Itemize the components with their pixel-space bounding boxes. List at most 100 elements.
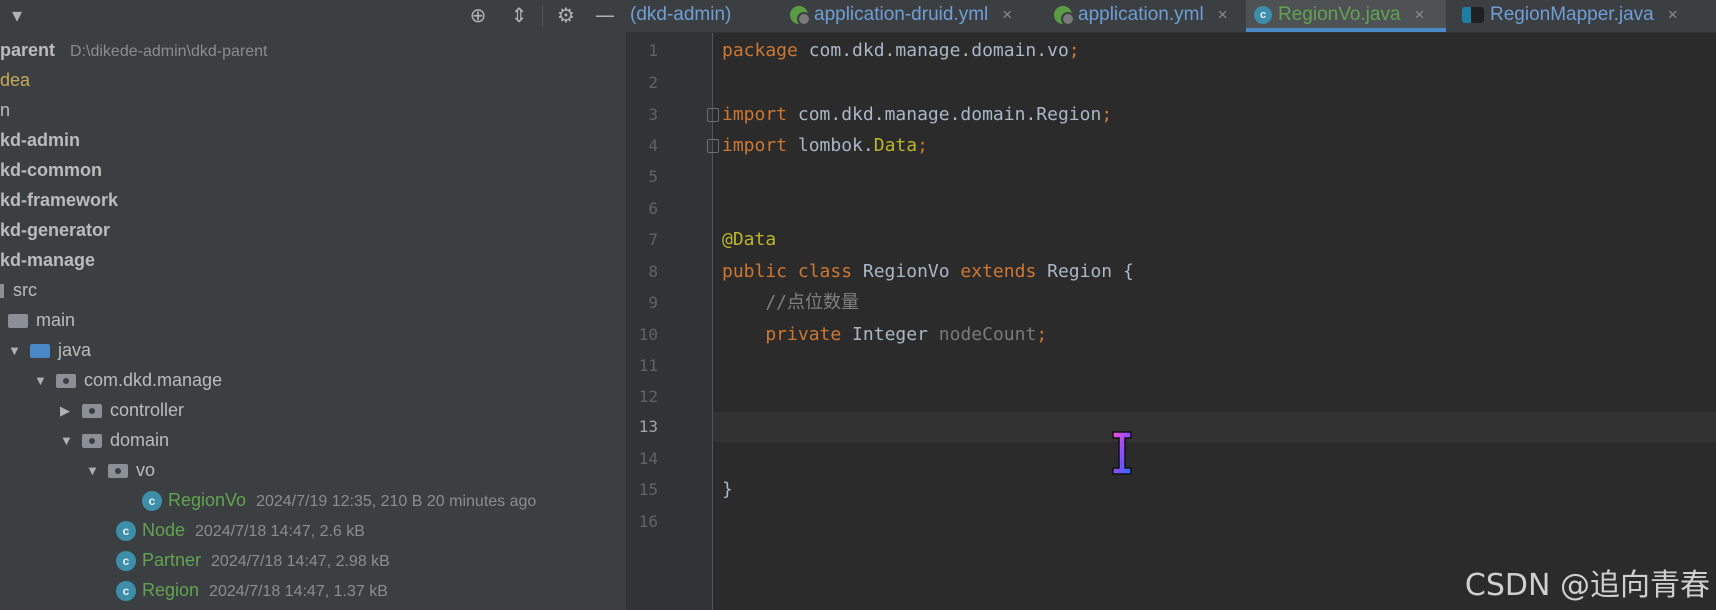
tree-item-label: kd-framework xyxy=(0,190,119,210)
line-number: 7 xyxy=(648,230,658,249)
annotation-ref: Data xyxy=(873,135,918,156)
tree-item-dkd-manage[interactable]: kd-manage xyxy=(0,245,95,275)
package-icon xyxy=(108,464,128,479)
tree-item-n[interactable]: n xyxy=(0,95,10,125)
file-meta: 2024/7/18 14:47, 2.6 kB xyxy=(195,523,365,540)
tree-item-label: java xyxy=(58,340,92,360)
tab-label: (dkd-admin) xyxy=(630,4,732,25)
close-icon[interactable]: × xyxy=(1415,5,1425,24)
collapse-icon[interactable]: ⇕ xyxy=(506,2,532,28)
file-meta: 2024/7/18 14:47, 2.98 kB xyxy=(211,553,390,570)
line-number: 8 xyxy=(648,262,658,281)
close-icon[interactable]: × xyxy=(1002,5,1012,24)
tree-item-regionvo[interactable]: c RegionVo 2024/7/19 12:35, 210 B 20 minut… xyxy=(142,485,536,515)
package-icon xyxy=(82,404,102,419)
package-icon xyxy=(82,434,102,449)
tree-item-label: main xyxy=(36,310,76,330)
tab-label: RegionMapper.java xyxy=(1490,4,1654,25)
file-meta: 2024/7/18 14:47, 1.37 kB xyxy=(209,583,388,600)
line-number: 4 xyxy=(648,136,658,155)
tree-item-label: Node xyxy=(142,520,186,540)
tree-item-vo[interactable]: ▼ vo xyxy=(86,455,155,485)
tree-item-label: kd-manage xyxy=(0,250,96,270)
semicolon: ; xyxy=(1036,324,1048,345)
tree-item-dkd-admin[interactable]: kd-admin xyxy=(0,125,80,155)
dropdown-icon[interactable]: ▾ xyxy=(4,2,30,28)
fold-marker-icon[interactable] xyxy=(707,108,719,122)
tree-item-dkd-generator[interactable]: kd-generator xyxy=(0,215,110,245)
tree-item-dkd-common[interactable]: kd-common xyxy=(0,155,102,185)
annotation: @Data xyxy=(722,229,777,250)
keyword: import xyxy=(722,135,788,156)
field-name: nodeCount xyxy=(938,324,1037,345)
tree-item-com-dkd-manage[interactable]: ▼ com.dkd.manage xyxy=(34,365,222,395)
line-number: 3 xyxy=(648,105,658,124)
expand-arrow-icon[interactable]: ▼ xyxy=(60,426,82,456)
yml-file-icon xyxy=(790,5,811,26)
close-icon[interactable]: × xyxy=(1668,5,1678,24)
code-line-4: import lombok.Data; xyxy=(722,131,928,161)
line-number-current: 13 xyxy=(638,417,658,436)
gear-icon[interactable]: ⚙ xyxy=(553,2,579,28)
line-number: 11 xyxy=(638,356,658,375)
tree-item-dkd-framework[interactable]: kd-framework xyxy=(0,185,118,215)
class-name: RegionVo xyxy=(852,261,961,282)
semicolon: ; xyxy=(1068,40,1080,61)
line-number: 5 xyxy=(648,167,658,186)
tab-application-yml[interactable]: application.yml × xyxy=(1046,0,1228,32)
watermark: CSDN @追向青春 xyxy=(1464,568,1710,603)
tab-label: application-druid.yml xyxy=(814,4,989,25)
import-path: lombok. xyxy=(787,135,874,156)
folder-icon xyxy=(0,284,4,299)
code-line-9: //点位数量 xyxy=(722,292,860,313)
tree-item-region[interactable]: c Region 2024/7/18 14:47, 1.37 kB xyxy=(116,575,388,605)
tab-regionvo-java[interactable]: c RegionVo.java × xyxy=(1246,0,1446,32)
folder-icon xyxy=(8,314,28,329)
class-icon: c xyxy=(116,581,136,602)
tree-item-label: controller xyxy=(110,400,185,420)
keyword: public class xyxy=(722,261,853,282)
tab-regionmapper-java[interactable]: RegionMapper.java × xyxy=(1454,0,1678,32)
class-icon: c xyxy=(116,521,136,542)
tree-item-idea[interactable]: dea xyxy=(0,65,30,95)
code-line-1: package com.dkd.manage.domain.vo; xyxy=(722,36,1080,66)
expand-arrow-icon[interactable]: ▼ xyxy=(8,336,30,366)
code-line-10: private Integer nodeCount; xyxy=(722,320,1047,350)
tab-dkd-admin[interactable]: (dkd-admin) xyxy=(626,0,731,32)
current-line-highlight xyxy=(713,412,1716,442)
expand-arrow-icon[interactable]: ▼ xyxy=(86,456,108,486)
close-icon[interactable]: × xyxy=(1218,5,1228,24)
mapper-file-icon xyxy=(1462,6,1484,23)
line-number: 6 xyxy=(648,199,658,218)
expand-arrow-icon[interactable]: ▼ xyxy=(34,366,56,396)
tree-item-controller[interactable]: ▶ controller xyxy=(60,395,184,425)
toolbar-divider xyxy=(542,5,543,27)
file-meta: 2024/7/19 12:35, 210 B 20 minutes ago xyxy=(256,493,537,510)
tree-item-src[interactable]: src xyxy=(0,275,37,305)
editor-tabs: (dkd-admin) application-druid.yml × appli… xyxy=(626,0,1716,33)
keyword: import xyxy=(722,104,788,125)
tree-item-label: Partner xyxy=(142,550,202,570)
tab-label: RegionVo.java xyxy=(1278,4,1401,25)
tree-item-node[interactable]: c Node 2024/7/18 14:47, 2.6 kB xyxy=(116,515,365,545)
fold-marker-icon[interactable] xyxy=(707,139,719,153)
tree-item-partner[interactable]: c Partner 2024/7/18 14:47, 2.98 kB xyxy=(116,545,390,575)
line-number: 15 xyxy=(638,480,658,499)
tab-application-druid-yml[interactable]: application-druid.yml × xyxy=(782,0,1012,32)
tree-item-main[interactable]: main xyxy=(8,305,75,335)
tree-item-label: n xyxy=(0,100,11,120)
minimize-icon[interactable]: — xyxy=(592,2,618,28)
line-number: 14 xyxy=(638,449,658,468)
line-number: 10 xyxy=(638,325,658,344)
class-icon: c xyxy=(142,491,162,512)
tree-item-domain[interactable]: ▼ domain xyxy=(60,425,169,455)
tree-item-parent[interactable]: parent D:\dikede-admin\dkd-parent xyxy=(0,35,267,65)
semicolon: ; xyxy=(1101,104,1113,125)
collapse-arrow-icon[interactable]: ▶ xyxy=(60,396,82,426)
yml-file-icon xyxy=(1054,5,1075,26)
code-line-15: } xyxy=(722,479,733,500)
class-icon: c xyxy=(116,551,136,572)
tree-item-java[interactable]: ▼ java xyxy=(8,335,91,365)
tree-item-path: D:\dikede-admin\dkd-parent xyxy=(70,43,268,60)
locate-icon[interactable]: ⊕ xyxy=(465,2,491,28)
